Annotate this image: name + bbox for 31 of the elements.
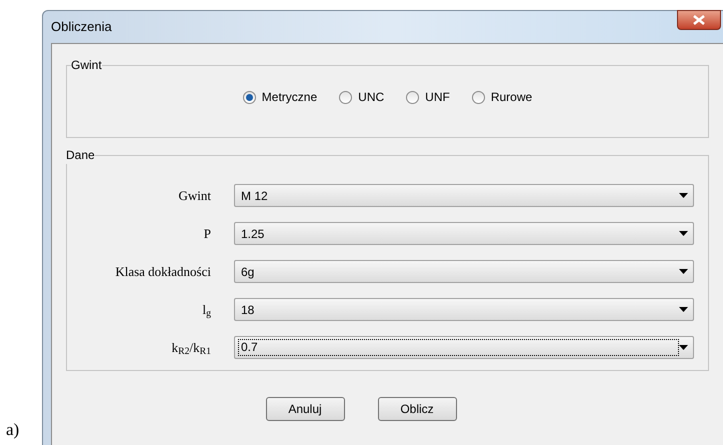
radio-button[interactable] <box>406 90 420 104</box>
radio-button[interactable] <box>242 90 256 104</box>
figure-caption: a) <box>6 421 20 438</box>
dropdown-arrow-icon <box>679 269 688 274</box>
dropdown-arrow-icon <box>679 345 688 350</box>
field-label: k$_{R2}$/k$_{R1}$ <box>170 338 211 358</box>
dropdown-field[interactable]: 1.25 <box>234 222 694 245</box>
dropdown-arrow-icon <box>679 193 688 198</box>
dropdown-arrow-icon <box>679 231 688 236</box>
close-button[interactable] <box>677 10 721 30</box>
close-icon <box>693 15 705 25</box>
dropdown-field[interactable]: M 12 <box>234 184 694 207</box>
window-title: Obliczenia <box>51 18 112 36</box>
field-label: P <box>202 224 211 243</box>
dropdown-field[interactable]: 6g <box>234 260 694 283</box>
field-label: Klasa dokładności <box>114 262 211 281</box>
radio-option[interactable]: UNF <box>406 88 450 106</box>
radio-button[interactable] <box>472 90 485 104</box>
data-group-title: Dane <box>66 147 95 164</box>
dialog-button[interactable]: Oblicz <box>378 397 456 421</box>
dropdown-field[interactable]: 18 <box>234 298 694 321</box>
radio-button[interactable] <box>339 90 352 104</box>
dropdown-field[interactable]: 0.7 <box>234 336 694 359</box>
radio-option[interactable]: UNC <box>339 88 384 106</box>
thread-group-title: Gwint <box>71 57 102 74</box>
field-label: l$_{g}$ <box>202 300 211 320</box>
field-label: Gwint <box>178 186 211 205</box>
radio-option[interactable]: Metryczne <box>242 88 318 106</box>
dropdown-arrow-icon <box>679 307 688 312</box>
radio-option[interactable]: Rurowe <box>472 88 532 106</box>
dialog-button[interactable]: Anuluj <box>266 397 344 421</box>
